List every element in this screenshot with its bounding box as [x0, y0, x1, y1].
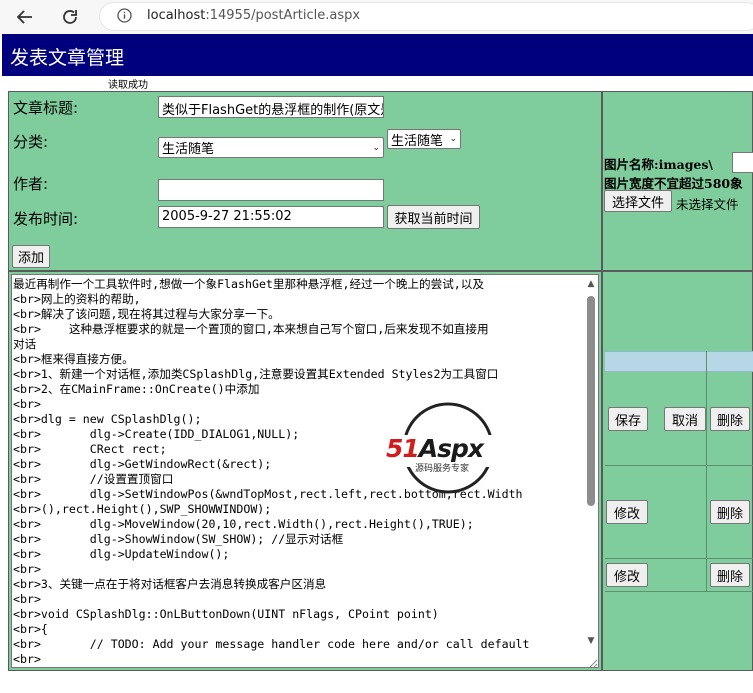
delete-button[interactable]: 删除	[710, 407, 750, 431]
content-line: <br> 这种悬浮框要求的就是一个置顶的窗口,本来想自己写个窗口,后来发现不如直…	[13, 322, 489, 336]
category-select-secondary-value: 生活随笔	[391, 133, 444, 149]
list-row-divider	[605, 591, 753, 592]
publish-time-input[interactable]: 2005-9-27 21:55:02	[158, 206, 384, 228]
category-select[interactable]: 生活随笔 ⌄	[158, 137, 384, 158]
content-line: <br> dlg->MoveWindow(20,10,rect.Width(),…	[13, 517, 474, 531]
back-arrow-icon[interactable]	[11, 4, 39, 30]
content-line: <br>网上的资料的帮助,	[13, 292, 141, 306]
scroll-up-arrow-icon[interactable]: ▲	[585, 279, 597, 291]
content-line: <br>	[13, 592, 41, 606]
edit-button[interactable]: 修改	[606, 563, 648, 587]
content-line: 对话	[13, 337, 37, 351]
info-icon[interactable]	[117, 8, 132, 23]
save-button[interactable]: 保存	[608, 407, 648, 431]
url-text[interactable]: localhost:14955/postArticle.aspx	[147, 8, 360, 23]
list-header-row	[605, 351, 753, 372]
author-input[interactable]	[158, 179, 384, 201]
url-host: localhost	[147, 8, 206, 23]
content-line: <br> dlg->UpdateWindow();	[13, 547, 230, 561]
reload-icon[interactable]	[56, 4, 84, 30]
status-message: 读取成功	[108, 80, 148, 91]
category-select-secondary[interactable]: 生活随笔 ⌄	[387, 129, 461, 149]
content-line: <br> dlg->ShowWindow(SW_SHOW); //显示对话框	[13, 532, 344, 546]
choose-file-button[interactable]: 选择文件	[604, 190, 672, 212]
content-line: <br>2、在CMainFrame::OnCreate()中添加	[13, 382, 260, 396]
url-path: :14955/postArticle.aspx	[205, 8, 361, 23]
article-list-panel	[602, 271, 753, 671]
content-line: <br>	[13, 652, 41, 666]
page-title: 发表文章管理	[10, 48, 125, 69]
resize-grip-icon[interactable]	[586, 653, 598, 668]
get-current-time-button[interactable]: 获取当前时间	[387, 205, 480, 229]
delete-button[interactable]: 删除	[710, 500, 750, 524]
list-row-divider	[605, 465, 753, 466]
content-line: <br>(),rect.Height(),SWP_SHOWWINDOW);	[13, 502, 272, 516]
title-label: 文章标题:	[13, 99, 79, 117]
watermark-logo: 51Aspx 源码服务专家	[378, 402, 518, 494]
category-label: 分类:	[13, 133, 49, 151]
content-line: <br>解决了该问题,现在将其过程与大家分享一下。	[13, 307, 280, 321]
content-line: <br>1、新建一个对话框,添加类CSplashDlg,注意要设置其Extend…	[13, 367, 499, 381]
add-button[interactable]: 添加	[12, 245, 50, 268]
category-select-value: 生活随笔	[162, 142, 215, 157]
no-file-chosen-text: 未选择文件	[676, 197, 739, 212]
author-label: 作者:	[13, 175, 49, 193]
watermark-subtitle: 源码服务专家	[415, 464, 470, 474]
cancel-button[interactable]: 取消	[664, 407, 706, 431]
chevron-down-icon: ⌄	[449, 134, 457, 144]
content-line: <br>	[13, 562, 41, 576]
content-line: <br>3、关键一点在于将对话框客户去消息转换成客户区消息	[13, 577, 327, 591]
content-line: <br> // TODO: Add your message handler c…	[13, 637, 530, 651]
list-column-divider	[706, 351, 707, 591]
scroll-down-arrow-icon[interactable]: ▼	[585, 636, 597, 648]
edit-button[interactable]: 修改	[606, 500, 648, 524]
watermark-brand-number: 51	[386, 434, 420, 463]
image-name-input[interactable]	[732, 152, 753, 173]
content-line: 最近再制作一个工具软件时,想做一个象FlashGet里那种悬浮框,经过一个晚上的…	[13, 277, 484, 291]
image-name-label: 图片名称:images\	[604, 157, 713, 172]
publish-time-label: 发布时间:	[13, 210, 79, 228]
watermark-brand-text: Aspx	[418, 434, 484, 463]
delete-button[interactable]: 删除	[710, 563, 750, 587]
content-line: <br>{	[13, 622, 48, 636]
scrollbar-thumb[interactable]	[587, 296, 595, 506]
chevron-down-icon: ⌄	[372, 142, 380, 153]
list-row-divider	[605, 558, 753, 559]
title-input[interactable]: 类似于FlashGet的悬浮框的制作(原文是	[158, 96, 384, 118]
content-line: <br>void CSplashDlg::OnLButtonDown(UINT …	[13, 607, 439, 621]
content-line: <br>框来得直接方便。	[13, 352, 134, 366]
